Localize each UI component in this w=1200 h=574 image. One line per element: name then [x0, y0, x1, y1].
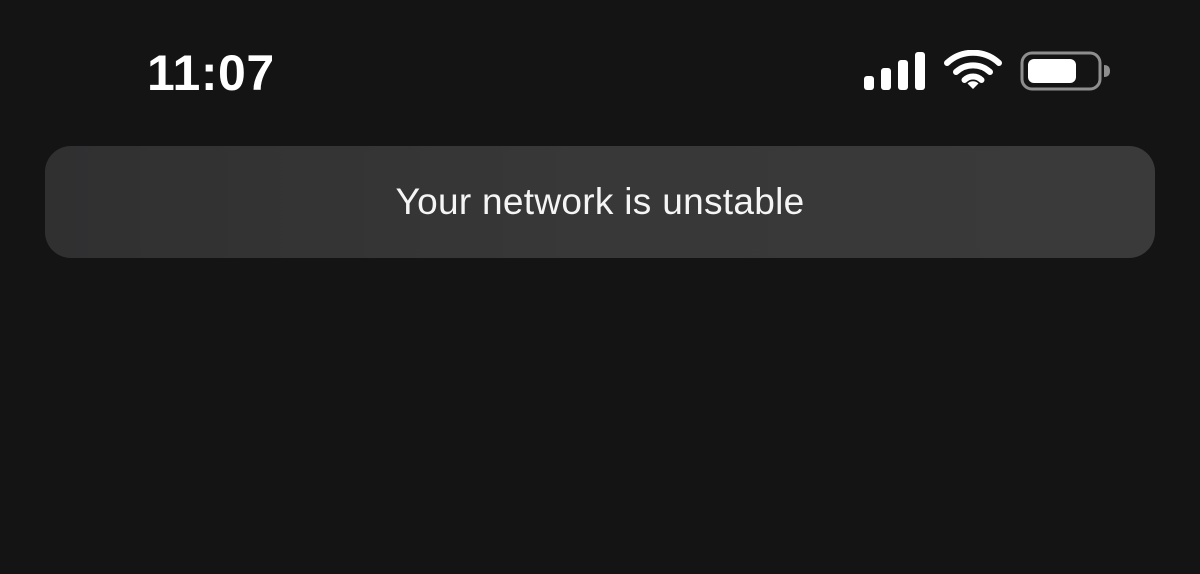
toast-message: Your network is unstable — [395, 181, 805, 222]
network-unstable-toast: Your network is unstable — [45, 146, 1155, 258]
battery-icon — [1020, 51, 1110, 91]
status-bar: 11:07 — [0, 0, 1200, 140]
status-bar-time: 11:07 — [147, 45, 275, 101]
cellular-signal-icon — [864, 52, 925, 90]
wifi-icon — [944, 50, 1002, 89]
phone-screen: 11:07 Your network is unstable — [0, 0, 1200, 574]
